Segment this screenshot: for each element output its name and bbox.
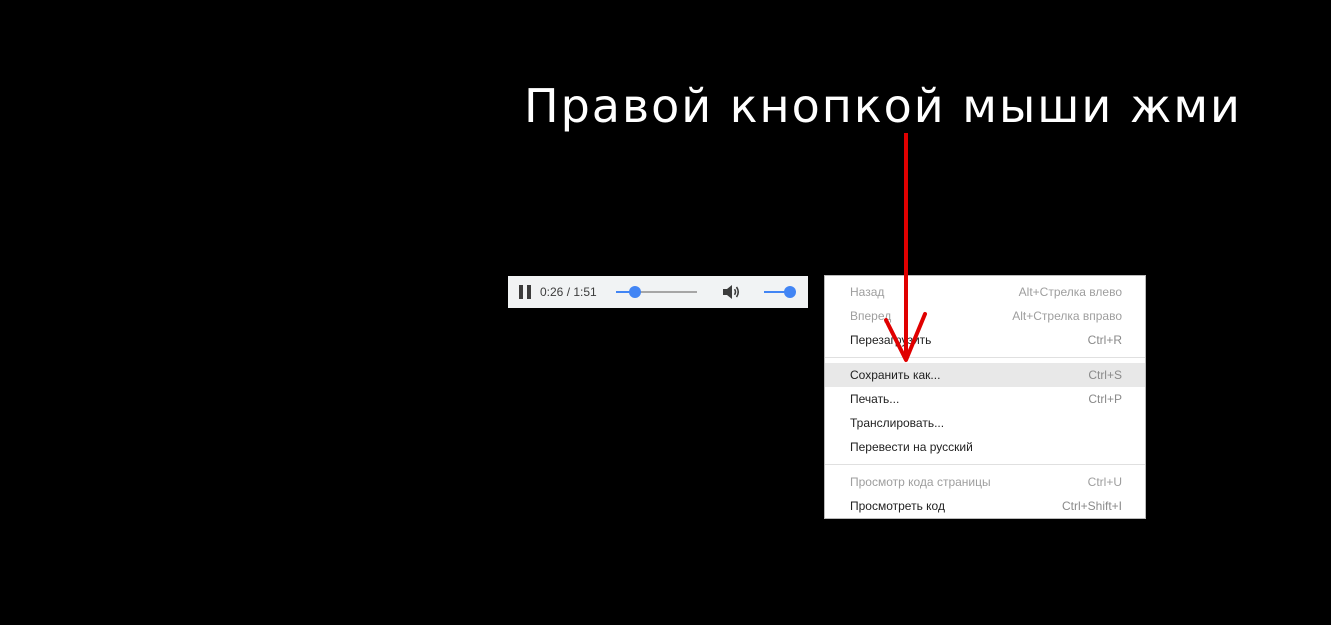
menu-item-shortcut: Alt+Стрелка влево [1018,285,1122,299]
context-menu: Назад Alt+Стрелка влево Вперед Alt+Стрелка … [824,275,1146,519]
instruction-text: Правой кнопкой мыши жми [524,79,1242,133]
menu-item-label: Перезагрузить [850,333,932,347]
progress-slider[interactable] [616,286,697,298]
mute-button[interactable] [721,282,741,302]
volume-icon [723,285,740,299]
time-display: 0:26 / 1:51 [540,285,597,299]
menu-separator [825,464,1145,465]
menu-item-label: Перевести на русский [850,440,973,454]
menu-item-label: Назад [850,285,885,299]
menu-item-label: Вперед [850,309,892,323]
menu-item-shortcut: Ctrl+U [1087,475,1122,489]
menu-item-1-0[interactable]: Сохранить как... Ctrl+S [825,363,1145,387]
menu-item-label: Транслировать... [850,416,945,430]
page-canvas: Правой кнопкой мыши жми 0:26 / 1:51 Наза… [0,0,1331,625]
menu-item-label: Сохранить как... [850,368,941,382]
menu-item-shortcut: Ctrl+Shift+I [1061,499,1122,513]
menu-item-label: Печать... [850,392,900,406]
volume-thumb[interactable] [784,286,796,298]
menu-item-label: Просмотреть код [850,499,945,513]
menu-item-0-2[interactable]: Перезагрузить Ctrl+R [825,328,1145,352]
pause-button[interactable] [518,284,534,300]
menu-item-shortcut: Alt+Стрелка вправо [1012,309,1122,323]
menu-item-2-0: Просмотр кода страницы Ctrl+U [825,470,1145,494]
menu-item-1-2[interactable]: Транслировать... [825,411,1145,435]
menu-item-1-3[interactable]: Перевести на русский [825,435,1145,459]
menu-item-0-0: Назад Alt+Стрелка влево [825,280,1145,304]
menu-item-shortcut: Ctrl+P [1088,392,1122,406]
menu-item-0-1: Вперед Alt+Стрелка вправо [825,304,1145,328]
menu-item-2-1[interactable]: Просмотреть код Ctrl+Shift+I [825,494,1145,518]
progress-thumb[interactable] [628,286,641,298]
volume-slider[interactable] [764,286,796,298]
menu-item-shortcut: Ctrl+S [1088,368,1122,382]
audio-player: 0:26 / 1:51 [508,276,808,308]
menu-item-shortcut: Ctrl+R [1087,333,1122,347]
menu-separator [825,357,1145,358]
menu-item-label: Просмотр кода страницы [850,475,991,489]
menu-item-1-1[interactable]: Печать... Ctrl+P [825,387,1145,411]
